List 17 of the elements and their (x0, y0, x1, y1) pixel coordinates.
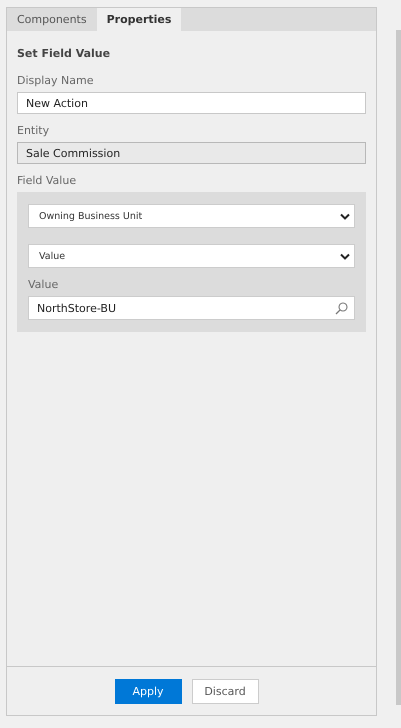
field-label: Entity (17, 124, 50, 137)
chevron-down-icon (340, 252, 350, 260)
text-field[interactable]: New Action (17, 92, 366, 114)
field-label: Display Name (17, 74, 94, 87)
tab[interactable]: Components (7, 8, 97, 31)
apply-button[interactable]: Apply (114, 678, 182, 704)
tab[interactable]: Properties (96, 8, 182, 31)
field-label: Value (28, 278, 60, 291)
chevron-down-icon (340, 212, 350, 220)
search-icon (335, 302, 348, 314)
text-field[interactable]: Sale Commission (17, 142, 366, 164)
section-title: Set Field Value (17, 47, 112, 60)
dropdown[interactable]: Value (28, 244, 355, 268)
discard-button[interactable]: Discard (192, 678, 258, 704)
field-label: Field Value (17, 174, 78, 187)
dropdown[interactable]: Owning Business Unit (28, 204, 355, 228)
lookup-field[interactable]: NorthStore-BU (28, 296, 355, 320)
